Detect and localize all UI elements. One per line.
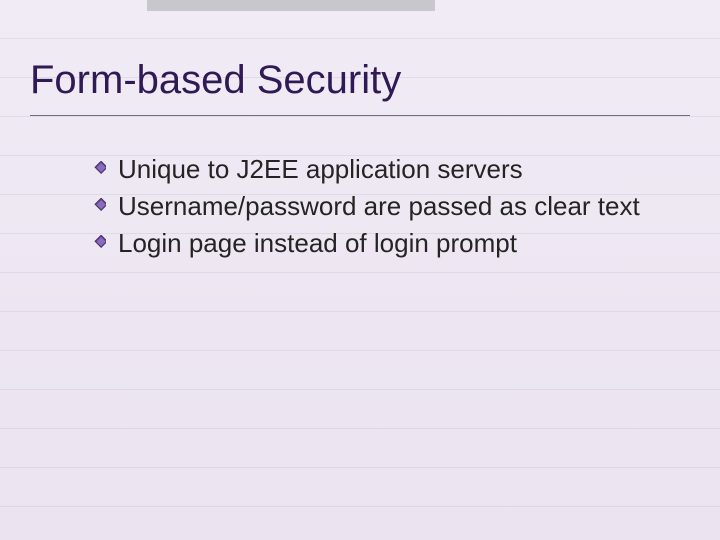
diamond-bullet-icon xyxy=(92,161,106,175)
title-underline xyxy=(30,115,690,116)
list-item: Username/password are passed as clear te… xyxy=(92,189,650,224)
bullet-text: Username/password are passed as clear te… xyxy=(118,191,640,221)
slide-body: Form-based Security Unique to J2EE appli… xyxy=(0,0,720,261)
bullet-text: Login page instead of login prompt xyxy=(118,228,517,258)
bullet-text: Unique to J2EE application servers xyxy=(118,154,523,184)
top-accent-bar xyxy=(147,0,435,11)
diamond-bullet-icon xyxy=(92,198,106,212)
diamond-bullet-icon xyxy=(92,235,106,249)
bullet-list: Unique to J2EE application servers Usern… xyxy=(30,152,690,261)
list-item: Login page instead of login prompt xyxy=(92,226,650,261)
list-item: Unique to J2EE application servers xyxy=(92,152,650,187)
slide-title: Form-based Security xyxy=(30,58,690,113)
